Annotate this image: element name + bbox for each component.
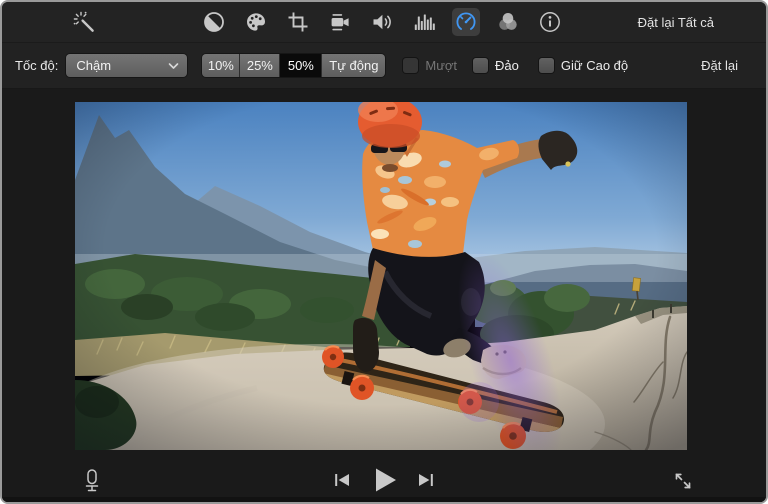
speed-25-button[interactable]: 25% xyxy=(239,54,279,77)
noise-reduction-button[interactable] xyxy=(410,8,438,36)
speedometer-icon xyxy=(454,10,478,34)
checkbox-box xyxy=(403,58,418,73)
skateboarder-video-still xyxy=(75,102,687,450)
adjustments-toolbar: Đặt lại Tất cả xyxy=(2,2,766,42)
checkbox-box[interactable] xyxy=(539,58,554,73)
speed-10-button[interactable]: 10% xyxy=(202,54,239,77)
viewer-area xyxy=(2,89,766,460)
three-circles-icon xyxy=(496,10,520,34)
window-bottom-edge xyxy=(2,497,766,502)
crop-button[interactable] xyxy=(284,8,312,36)
speed-preset-dropdown[interactable]: Chậm xyxy=(66,54,187,77)
volume-button[interactable] xyxy=(368,8,396,36)
play-icon xyxy=(369,465,399,495)
speed-preset-segments: 10% 25% 50% Tự động xyxy=(202,54,385,77)
imovie-adjustments-window: Đặt lại Tất cả Tốc độ: Chậm 10% 25% 50% … xyxy=(0,0,768,504)
color-correction-button[interactable] xyxy=(242,8,270,36)
speed-controls-row: Tốc độ: Chậm 10% 25% 50% Tự động Mượt Đả… xyxy=(2,42,766,89)
equalizer-bars-icon xyxy=(412,10,436,34)
stabilization-button[interactable] xyxy=(326,8,354,36)
smooth-checkbox: Mượt xyxy=(403,58,457,73)
color-palette-icon xyxy=(244,10,268,34)
reset-all-button[interactable]: Đặt lại Tất cả xyxy=(638,2,714,42)
adjustment-tabs xyxy=(200,8,564,36)
speed-50-button[interactable]: 50% xyxy=(279,54,321,77)
contrast-circle-icon xyxy=(202,10,226,34)
auto-enhance-button[interactable] xyxy=(70,8,98,36)
checkbox-box[interactable] xyxy=(473,58,488,73)
clip-filter-button[interactable] xyxy=(494,8,522,36)
transport-bar xyxy=(2,460,766,502)
preserve-pitch-checkbox[interactable]: Giữ Cao độ xyxy=(539,58,628,73)
dropdown-value: Chậm xyxy=(76,58,168,73)
info-circle-icon xyxy=(538,10,562,34)
play-button[interactable] xyxy=(369,465,399,495)
reset-speed-button[interactable]: Đặt lại xyxy=(701,58,738,73)
video-frame xyxy=(75,102,687,450)
video-camera-icon xyxy=(328,10,352,34)
voiceover-record-button[interactable] xyxy=(80,468,104,494)
chevron-down-icon xyxy=(168,62,179,70)
previous-frame-button[interactable] xyxy=(332,470,352,490)
fullscreen-arrows-icon xyxy=(670,468,696,494)
next-frame-icon xyxy=(416,470,436,490)
microphone-icon xyxy=(80,468,104,494)
speed-button[interactable] xyxy=(452,8,480,36)
previous-frame-icon xyxy=(332,470,352,490)
color-balance-button[interactable] xyxy=(200,8,228,36)
info-button[interactable] xyxy=(536,8,564,36)
playback-controls xyxy=(332,465,436,495)
magic-wand-icon xyxy=(72,10,96,34)
crop-icon xyxy=(286,10,310,34)
checkbox-label: Đảo xyxy=(495,58,519,73)
speed-auto-button[interactable]: Tự động xyxy=(321,54,385,77)
fullscreen-button[interactable] xyxy=(670,468,696,494)
speed-label: Tốc độ: xyxy=(15,58,58,73)
reverse-checkbox[interactable]: Đảo xyxy=(473,58,519,73)
checkbox-label: Giữ Cao độ xyxy=(561,58,628,73)
next-frame-button[interactable] xyxy=(416,470,436,490)
checkbox-label: Mượt xyxy=(425,58,457,73)
speaker-icon xyxy=(370,10,394,34)
